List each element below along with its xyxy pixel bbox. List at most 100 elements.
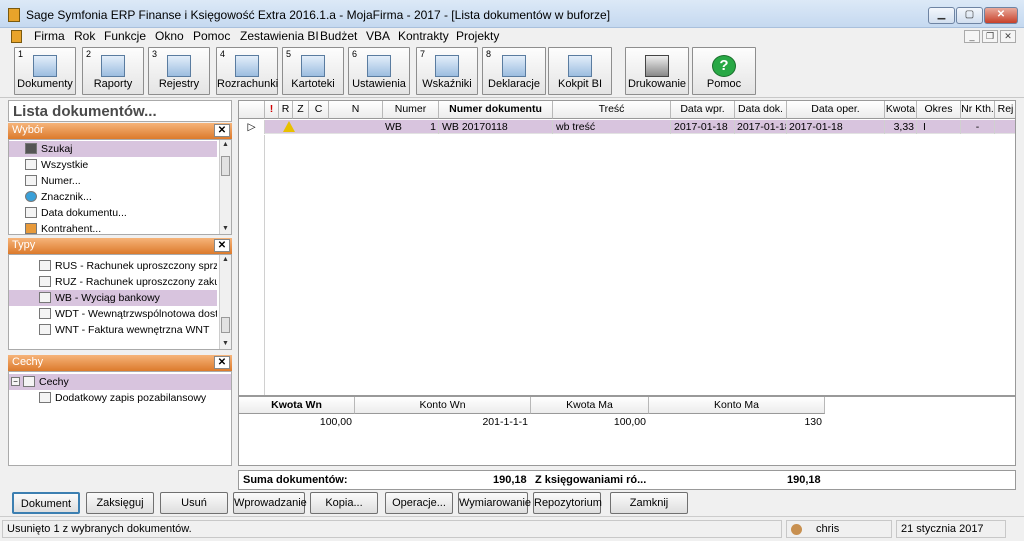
contractor-icon: [25, 223, 37, 234]
toolbar-ustawienia-button[interactable]: 6 Ustawienia: [348, 47, 410, 95]
scroll-up-icon[interactable]: ▲: [220, 140, 231, 150]
list-item[interactable]: Szukaj: [9, 141, 217, 157]
scroll-down-icon[interactable]: ▼: [220, 339, 231, 349]
column-header[interactable]: Okres: [917, 101, 961, 119]
vertical-scrollbar[interactable]: ▲ ▼: [219, 255, 231, 349]
list-item[interactable]: Data dokumentu...: [9, 205, 217, 221]
column-header[interactable]: Data oper.: [787, 101, 885, 119]
zaksieguj-button[interactable]: Zaksięguj: [86, 492, 154, 514]
toolbar-raporty-button[interactable]: 2 Raporty: [82, 47, 144, 95]
column-header[interactable]: Treść: [553, 101, 671, 119]
column-header[interactable]: Rej: [995, 101, 1015, 119]
maximize-button[interactable]: ▢: [956, 7, 983, 24]
usun-button[interactable]: Usuń: [160, 492, 228, 514]
list-item[interactable]: Numer...: [9, 173, 217, 189]
menu-kontrakty[interactable]: Kontrakty: [398, 29, 449, 43]
close-button[interactable]: ✕: [984, 7, 1018, 24]
toolbar-pomoc-button[interactable]: ? Pomoc: [692, 47, 756, 95]
column-header[interactable]: C: [309, 101, 329, 119]
toolbar-drukowanie-button[interactable]: Drukowanie: [625, 47, 689, 95]
warning-icon: [283, 121, 295, 132]
cell-kwota: 3,33: [885, 120, 917, 134]
column-header[interactable]: Numer dokumentu: [439, 101, 553, 119]
scroll-up-icon[interactable]: ▲: [220, 255, 231, 265]
column-header[interactable]: !: [265, 101, 279, 119]
table-row[interactable]: ▷ WB 1 WB 20170118 wb treść 2017-01-18 20…: [239, 120, 1015, 134]
list-item[interactable]: RUZ - Rachunek uproszczony zakup: [9, 274, 217, 290]
column-header[interactable]: Data dok.: [735, 101, 787, 119]
tree-root[interactable]: − Cechy: [9, 374, 231, 390]
scroll-thumb[interactable]: [221, 156, 230, 176]
column-header[interactable]: Nr Kth.: [961, 101, 995, 119]
menu-rok[interactable]: Rok: [74, 29, 95, 43]
menu-zestawienia-bi[interactable]: Zestawienia BI: [240, 29, 319, 43]
kopia-button[interactable]: Kopia...: [310, 492, 378, 514]
minimize-button[interactable]: ▁: [928, 7, 955, 24]
document-type-icon: [39, 276, 51, 287]
column-header[interactable]: Kwota: [885, 101, 917, 119]
scroll-thumb[interactable]: [221, 317, 230, 333]
column-header[interactable]: Numer: [383, 101, 439, 119]
column-header[interactable]: Kwota Wn: [239, 397, 355, 414]
status-user: chris: [786, 520, 892, 538]
operacje-button[interactable]: Operacje...: [385, 492, 453, 514]
tree-item[interactable]: Dodatkowy zapis pozabilansowy: [9, 390, 231, 406]
collapse-icon[interactable]: −: [11, 377, 20, 386]
main-toolbar: 1 Dokumenty 2 Raporty 3 Rejestry 4 Rozrachun…: [0, 45, 1024, 98]
dokument-button[interactable]: Dokument: [12, 492, 80, 514]
column-header[interactable]: Z: [293, 101, 309, 119]
cell-numer: WB 1: [383, 120, 439, 134]
help-icon: ?: [712, 55, 736, 77]
close-section-button[interactable]: ✕: [214, 356, 230, 369]
close-section-button[interactable]: ✕: [214, 239, 230, 252]
list-item[interactable]: WNT - Faktura wewnętrzna WNT: [9, 322, 217, 338]
scroll-down-icon[interactable]: ▼: [220, 224, 231, 234]
column-header[interactable]: Konto Ma: [649, 397, 825, 414]
cell-data-wpr: 2017-01-18: [671, 120, 735, 134]
list-item[interactable]: Kontrahent...: [9, 221, 217, 234]
menu-funkcje[interactable]: Funkcje: [104, 29, 146, 43]
binoculars-icon: [25, 143, 37, 154]
wprowadzanie-button[interactable]: Wprowadzanie: [233, 492, 307, 514]
column-header[interactable]: N: [329, 101, 383, 119]
toolbar-kokpit-bi-button[interactable]: Kokpit BI: [548, 47, 612, 95]
row-pointer-icon: ▷: [239, 120, 265, 134]
toolbar-wskazniki-button[interactable]: 7 Wskaźniki: [416, 47, 478, 95]
menu-pomoc[interactable]: Pomoc: [193, 29, 230, 43]
column-header[interactable]: [239, 101, 265, 119]
list-item[interactable]: WB - Wyciąg bankowy: [9, 290, 217, 306]
toolbar-deklaracje-button[interactable]: 8 Deklaracje: [482, 47, 546, 95]
list-item[interactable]: Wszystkie: [9, 157, 217, 173]
mdi-restore-button[interactable]: ❐: [982, 30, 998, 43]
toolbar-label: Dokumenty: [17, 78, 73, 90]
list-item[interactable]: WDT - Wewnątrzwspólnotowa dost...: [9, 306, 217, 322]
cell-numer-a: WB: [385, 121, 402, 133]
menu-vba[interactable]: VBA: [366, 29, 390, 43]
list-item[interactable]: Znacznik...: [9, 189, 217, 205]
toolbar-rejestry-button[interactable]: 3 Rejestry: [148, 47, 210, 95]
list-item[interactable]: RUS - Rachunek uproszczony sprz...: [9, 258, 217, 274]
menu-budzet[interactable]: Budżet: [320, 29, 357, 43]
vertical-scrollbar[interactable]: ▲ ▼: [219, 140, 231, 234]
toolbar-label: Ustawienia: [352, 78, 406, 90]
menu-projekty[interactable]: Projekty: [456, 29, 499, 43]
close-section-button[interactable]: ✕: [214, 124, 230, 137]
mdi-minimize-button[interactable]: _: [964, 30, 980, 43]
zamknij-button[interactable]: Zamknij: [610, 492, 688, 514]
menu-okno[interactable]: Okno: [155, 29, 184, 43]
repozytorium-button[interactable]: Repozytorium: [533, 492, 602, 514]
toolbar-kartoteki-button[interactable]: 5 Kartoteki: [282, 47, 344, 95]
menu-firma[interactable]: Firma: [34, 29, 65, 43]
column-header[interactable]: Kwota Ma: [531, 397, 649, 414]
list-item-label: Numer...: [41, 175, 81, 187]
wymiarowanie-button[interactable]: Wymiarowanie: [458, 492, 531, 514]
mdi-close-button[interactable]: ✕: [1000, 30, 1016, 43]
toolbar-rozrachunki-button[interactable]: 4 Rozrachunki: [216, 47, 278, 95]
column-header[interactable]: Konto Wn: [355, 397, 531, 414]
cell-data-oper: 2017-01-18: [787, 120, 885, 134]
cell-tresc: wb treść: [553, 120, 671, 134]
column-header[interactable]: Data wpr.: [671, 101, 735, 119]
cell-numer-b: 1: [430, 121, 436, 133]
column-header[interactable]: R: [279, 101, 293, 119]
toolbar-dokumenty-button[interactable]: 1 Dokumenty: [14, 47, 76, 95]
